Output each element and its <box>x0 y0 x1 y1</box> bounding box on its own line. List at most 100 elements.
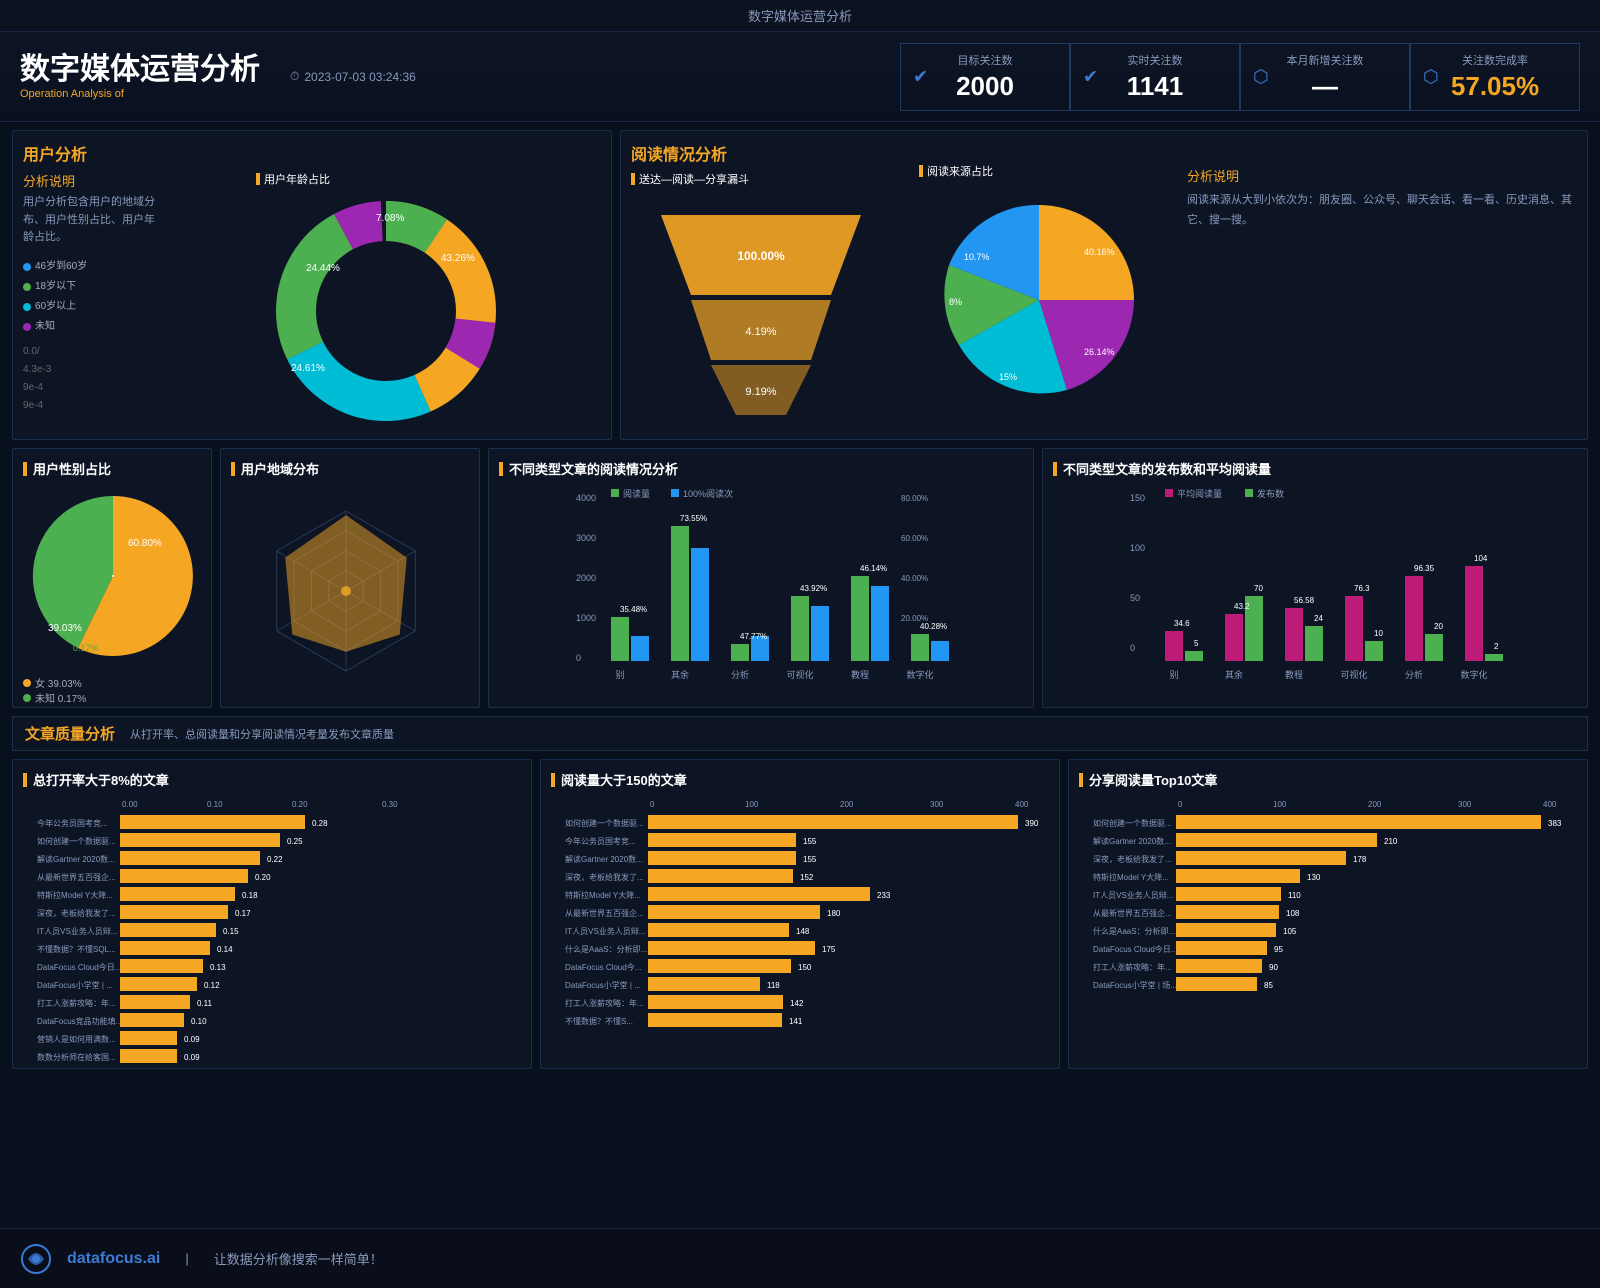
footer-separator: | <box>185 1251 188 1266</box>
svg-text:可视化: 可视化 <box>1340 669 1367 680</box>
stat-label-3: 本月新增关注数 <box>1266 52 1384 68</box>
article-reading-svg: 4000 3000 2000 1000 0 <box>499 486 1023 686</box>
article-quality-header: 文章质量分析 从打开率、总阅读量和分享阅读情况考量发布文章质量 <box>12 716 1588 751</box>
svg-text:40.28%: 40.28% <box>920 622 947 631</box>
svg-text:0.15: 0.15 <box>223 927 239 936</box>
user-analysis-note: 分析说明 用户分析包含用户的地域分布、用户性别占比、用户年龄占比。 46岁到60… <box>23 171 163 436</box>
gender-chart-title: 用户性别占比 <box>23 459 201 478</box>
svg-text:打工人涨薪攻略：年...: 打工人涨薪攻略：年... <box>1093 962 1172 972</box>
svg-text:50: 50 <box>1130 593 1140 603</box>
svg-text:2000: 2000 <box>576 573 596 583</box>
svg-text:233: 233 <box>877 891 891 900</box>
svg-text:10: 10 <box>1374 629 1383 638</box>
article-quality-desc: 从打开率、总阅读量和分享阅读情况考量发布文章质量 <box>130 726 394 742</box>
legend-age-4: 未知 <box>35 317 55 337</box>
svg-text:70: 70 <box>1254 584 1263 593</box>
svg-text:24: 24 <box>1314 614 1323 623</box>
svg-text:从最新世界五百强企...: 从最新世界五百强企... <box>1093 908 1172 918</box>
svg-text:39.03%: 39.03% <box>48 623 82 634</box>
article-publish-title: 不同类型文章的发布数和平均阅读量 <box>1053 459 1577 478</box>
svg-text:深夜，老板给我发了...: 深夜，老板给我发了... <box>565 872 644 882</box>
clock-icon: ⏱ <box>290 69 299 84</box>
share-top10-title: 分享阅读量Top10文章 <box>1079 770 1577 789</box>
svg-text:390: 390 <box>1025 819 1039 828</box>
svg-text:100%阅读次: 100%阅读次 <box>683 488 733 499</box>
svg-text:教程: 教程 <box>851 669 869 680</box>
svg-text:DataFocus小学堂 | 场...: DataFocus小学堂 | 场... <box>1093 980 1177 990</box>
svg-text:特斯拉Model Y大降...: 特斯拉Model Y大降... <box>1093 872 1169 882</box>
svg-text:80.00%: 80.00% <box>901 494 928 503</box>
top-bar: 数字媒体运营分析 <box>0 0 1600 32</box>
svg-text:不懂数据？不懂S...: 不懂数据？不懂S... <box>565 1016 633 1026</box>
svg-text:90: 90 <box>1269 963 1278 972</box>
svg-text:什么是AaaS：分析即...: 什么是AaaS：分析即... <box>565 944 647 954</box>
svg-text:24.44%: 24.44% <box>306 263 340 274</box>
svg-text:73.55%: 73.55% <box>680 514 707 523</box>
svg-text:26.14%: 26.14% <box>1084 347 1115 357</box>
svg-text:56.58: 56.58 <box>1294 596 1315 605</box>
svg-text:400: 400 <box>1543 800 1557 809</box>
svg-text:从最新世界五百强企...: 从最新世界五百强企... <box>565 908 644 918</box>
svg-text:IT人员VS业务人员辩...: IT人员VS业务人员辩... <box>1093 890 1173 900</box>
share-top10-panel: 分享阅读量Top10文章 0 100 200 300 400 383 如何创建一… <box>1068 759 1588 1069</box>
svg-text:解读Gartner 2020数...: 解读Gartner 2020数... <box>1093 836 1171 846</box>
header-datetime: ⏱ 2023-07-03 03:24:36 <box>290 69 416 84</box>
svg-text:15%: 15% <box>999 372 1017 382</box>
header-stats: ✔ 目标关注数 2000 ✔ 实时关注数 1141 ⬡ 本月新增关注数 — ⬡ … <box>446 43 1580 111</box>
read-count-panel: 阅读量大于150的文章 0 100 200 300 400 390 如何创建一个… <box>540 759 1060 1069</box>
region-chart-title: 用户地域分布 <box>231 459 469 478</box>
svg-text:7.08%: 7.08% <box>376 213 404 224</box>
svg-text:43.2: 43.2 <box>1234 602 1250 611</box>
open-rate-svg: 0.00 0.10 0.20 0.30 0.28 今年公务员国考竞... 0.2… <box>23 797 521 1067</box>
svg-text:100.00%: 100.00% <box>737 249 785 263</box>
svg-text:打工人涨薪攻略：年...: 打工人涨薪攻略：年... <box>37 998 116 1008</box>
svg-text:如何创建一个数据驱...: 如何创建一个数据驱... <box>37 836 116 846</box>
article-publish-panel: 不同类型文章的发布数和平均阅读量 150 100 50 0 34.6 5 43.… <box>1042 448 1588 708</box>
svg-text:175: 175 <box>822 945 836 954</box>
svg-text:34.6: 34.6 <box>1174 619 1190 628</box>
svg-text:今年公务员国考竞...: 今年公务员国考竞... <box>565 836 636 846</box>
svg-text:4000: 4000 <box>576 493 596 503</box>
svg-text:如何创建一个数据驱...: 如何创建一个数据驱... <box>565 818 644 828</box>
header-title-block: 数字媒体运营分析 Operation Analysis of <box>20 53 260 100</box>
svg-text:可视化: 可视化 <box>786 669 813 680</box>
svg-text:110: 110 <box>1288 891 1301 900</box>
svg-text:什么是AaaS：分析即...: 什么是AaaS：分析即... <box>1093 926 1175 936</box>
svg-text:43.92%: 43.92% <box>800 584 827 593</box>
article-publish-svg: 150 100 50 0 34.6 5 43.2 70 56.58 24 <box>1053 486 1577 686</box>
svg-text:DataFocus Cloud今日...: DataFocus Cloud今日... <box>37 962 121 972</box>
svg-text:3000: 3000 <box>576 533 596 543</box>
svg-text:特斯拉Model Y大降...: 特斯拉Model Y大降... <box>565 890 641 900</box>
funnel-section: 阅读情况分析 送达—阅读—分享漏斗 100.00% 4.19% 9.19% <box>631 141 911 430</box>
stat-label-2: 实时关注数 <box>1096 52 1214 68</box>
svg-text:9.19%: 9.19% <box>745 386 776 398</box>
svg-text:DataFocus小学堂 | ...: DataFocus小学堂 | ... <box>565 980 641 990</box>
stat-label-4: 关注数完成率 <box>1436 52 1554 68</box>
svg-text:今年公务员国考竞...: 今年公务员国考竞... <box>37 818 108 828</box>
svg-text:100: 100 <box>745 800 759 809</box>
svg-text:0.14: 0.14 <box>217 945 233 954</box>
read-count-title: 阅读量大于150的文章 <box>551 770 1049 789</box>
source-pie-section: 阅读来源占比 40.16% 26.14% 15% 8% 10.7% <box>919 141 1179 430</box>
svg-text:0: 0 <box>650 800 655 809</box>
svg-text:210: 210 <box>1384 837 1398 846</box>
svg-text:60.00%: 60.00% <box>901 534 928 543</box>
svg-text:DataFocus Cloud今日...: DataFocus Cloud今日... <box>1093 944 1177 954</box>
svg-text:47.77%: 47.77% <box>740 632 767 641</box>
svg-text:300: 300 <box>930 800 944 809</box>
stat-value-3: — <box>1266 71 1384 102</box>
svg-text:150: 150 <box>798 963 812 972</box>
svg-text:深夜，老板给我发了...: 深夜，老板给我发了... <box>1093 854 1172 864</box>
svg-text:0.18: 0.18 <box>242 891 258 900</box>
svg-text:解读Gartner 2020数...: 解读Gartner 2020数... <box>565 854 643 864</box>
svg-text:0.30: 0.30 <box>382 800 398 809</box>
stat-completion-rate: ⬡ 关注数完成率 57.05% <box>1410 43 1580 111</box>
svg-text:400: 400 <box>1015 800 1029 809</box>
age-chart-title: 用户年龄占比 <box>264 171 330 187</box>
svg-text:平均阅读量: 平均阅读量 <box>1177 488 1222 499</box>
svg-text:数字化: 数字化 <box>1460 669 1487 680</box>
svg-text:其余: 其余 <box>1225 669 1243 680</box>
gender-pie-svg: 60.80% 39.03% 0.17% <box>23 486 203 666</box>
datetime-value: 2023-07-03 03:24:36 <box>304 70 415 84</box>
source-title: 阅读来源占比 <box>927 163 993 179</box>
